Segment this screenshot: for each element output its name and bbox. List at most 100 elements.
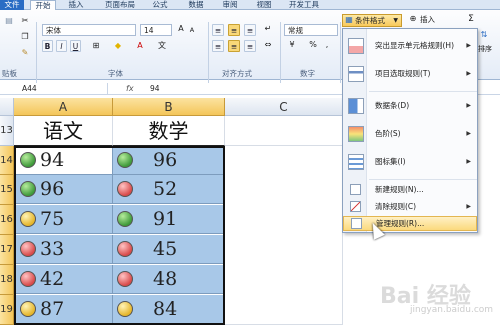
border-icon[interactable]: ⊞ [90, 41, 102, 51]
header-cell-math[interactable]: 数学 [113, 116, 225, 146]
tab-data[interactable]: 数据 [184, 0, 208, 10]
color-scales-icon [348, 126, 364, 142]
align-left-button[interactable]: ≡ [212, 40, 224, 52]
group-label-alignment: 对齐方式 [222, 69, 252, 78]
name-box[interactable]: A44 [0, 83, 108, 95]
tab-formulas[interactable]: 公式 [148, 0, 172, 10]
row-header[interactable]: 15 [0, 175, 14, 205]
tab-view[interactable]: 视图 [252, 0, 276, 10]
cut-icon[interactable]: ✂ [20, 16, 30, 26]
conditional-format-menu: 突出显示单元格规则(H) ▶ 项目选取规则(T) ▶ 数据条(D) ▶ 色阶(S… [342, 28, 478, 233]
menu-item-top-bottom[interactable]: 项目选取规则(T) ▶ [343, 61, 477, 87]
cell-value: 75 [40, 208, 65, 230]
font-name-combo[interactable]: 宋体 [42, 24, 136, 36]
red-circle-icon [20, 241, 36, 257]
data-cell[interactable]: 87 [14, 295, 113, 324]
menu-item-highlight-cells[interactable]: 突出显示单元格规则(H) ▶ [343, 33, 477, 59]
red-circle-icon [117, 181, 133, 197]
data-cell[interactable]: 45 [113, 235, 225, 264]
menu-item-color-scales[interactable]: 色阶(S) ▶ [343, 121, 477, 147]
italic-button[interactable]: I [56, 40, 67, 52]
chevron-right-icon: ▶ [466, 102, 471, 109]
data-cell[interactable]: 42 [14, 265, 113, 294]
row-header[interactable]: 17 [0, 235, 14, 265]
fill-color-icon[interactable]: ◆ [112, 41, 124, 51]
format-painter-icon[interactable]: ✎ [20, 48, 30, 58]
sort-filter-icon[interactable]: ⇅ [478, 30, 490, 40]
new-rule-icon [350, 184, 361, 195]
underline-button[interactable]: U [70, 40, 81, 52]
align-middle-button[interactable]: ≡ [228, 24, 240, 36]
data-cell[interactable]: 75 [14, 205, 113, 234]
sum-button[interactable]: Σ [466, 14, 476, 24]
data-cell[interactable]: 84 [113, 295, 225, 324]
paste-icon[interactable]: ▤ [4, 16, 14, 26]
grow-font-icon[interactable]: A [176, 24, 186, 34]
copy-icon[interactable]: ❐ [20, 32, 30, 42]
currency-icon[interactable]: ¥ [286, 40, 298, 50]
percent-button[interactable]: % [308, 40, 318, 50]
data-cell[interactable]: 48 [113, 265, 225, 294]
phonetic-icon[interactable]: 文 [156, 41, 168, 51]
data-cell[interactable]: 94 [14, 146, 113, 175]
row-header[interactable]: 14 [0, 146, 14, 175]
top-bottom-icon [348, 66, 364, 82]
cell-value: 33 [40, 238, 65, 260]
conditional-format-button[interactable]: ▦ 条件格式 ▼ [342, 14, 402, 27]
menu-item-label: 新建规则(N)... [375, 185, 424, 194]
green-circle-icon [20, 181, 36, 197]
insert-label[interactable]: 插入 [420, 14, 435, 25]
data-cell[interactable]: 96 [113, 146, 225, 175]
row-header[interactable]: 18 [0, 265, 14, 295]
column-header-a[interactable]: A [14, 98, 113, 116]
align-bottom-button[interactable]: ≡ [244, 24, 256, 36]
row-header[interactable]: 13 [0, 116, 14, 146]
sort-label[interactable]: 排序 [478, 44, 492, 54]
number-format-combo[interactable]: 常规 [284, 24, 338, 36]
wrap-text-icon[interactable]: ↵ [262, 24, 274, 34]
manage-rules-icon [351, 218, 362, 229]
align-top-button[interactable]: ≡ [212, 24, 224, 36]
data-cell[interactable]: 91 [113, 205, 225, 234]
tab-file[interactable]: 文件 [0, 0, 24, 10]
menu-item-icon-sets[interactable]: 图标集(I) ▶ [343, 149, 477, 175]
conditional-format-icon: ▦ [345, 15, 353, 24]
tab-developer[interactable]: 开发工具 [286, 0, 322, 10]
header-cell-chinese[interactable]: 语文 [14, 116, 113, 146]
red-circle-icon [117, 271, 133, 287]
align-right-button[interactable]: ≡ [244, 40, 256, 52]
align-center-button[interactable]: ≡ [228, 40, 240, 52]
yellow-circle-icon [117, 301, 133, 317]
grid-cell[interactable] [225, 146, 343, 325]
comma-button[interactable]: , [322, 40, 332, 50]
bold-button[interactable]: B [42, 40, 53, 52]
grid-cell[interactable] [225, 116, 343, 146]
data-cell[interactable]: 52 [113, 175, 225, 204]
shrink-font-icon[interactable]: A [188, 25, 196, 35]
data-cell[interactable]: 33 [14, 235, 113, 264]
insert-cells-icon[interactable]: ⊕ [408, 14, 418, 24]
row-header[interactable]: 16 [0, 205, 14, 235]
chevron-down-icon: ▼ [393, 17, 398, 24]
tab-insert[interactable]: 插入 [64, 0, 88, 10]
cell-value: 52 [153, 178, 178, 200]
font-color-icon[interactable]: A [134, 41, 146, 51]
tab-page-layout[interactable]: 页面布局 [100, 0, 140, 10]
row-header[interactable]: 19 [0, 295, 14, 325]
menu-item-manage-rules[interactable]: 管理规则(R)... [343, 216, 477, 231]
font-size-combo[interactable]: 14 [140, 24, 172, 36]
menu-separator [369, 179, 477, 180]
menu-item-label: 项目选取规则(T) [375, 69, 431, 78]
menu-item-new-rule[interactable]: 新建规则(N)... [343, 182, 477, 198]
data-cell[interactable]: 96 [14, 175, 113, 204]
formula-input[interactable]: 94 [150, 83, 160, 95]
column-header-b[interactable]: B [113, 98, 225, 116]
select-all-corner[interactable] [0, 98, 14, 116]
column-header-c[interactable]: C [225, 98, 343, 116]
menu-item-data-bars[interactable]: 数据条(D) ▶ [343, 93, 477, 119]
fx-icon[interactable]: fx [126, 83, 134, 95]
group-divider [340, 22, 341, 84]
tab-review[interactable]: 审阅 [218, 0, 242, 10]
merge-center-icon[interactable]: ⇔ [262, 40, 274, 50]
menu-item-clear-rules[interactable]: 清除规则(C) ▶ [343, 199, 477, 215]
